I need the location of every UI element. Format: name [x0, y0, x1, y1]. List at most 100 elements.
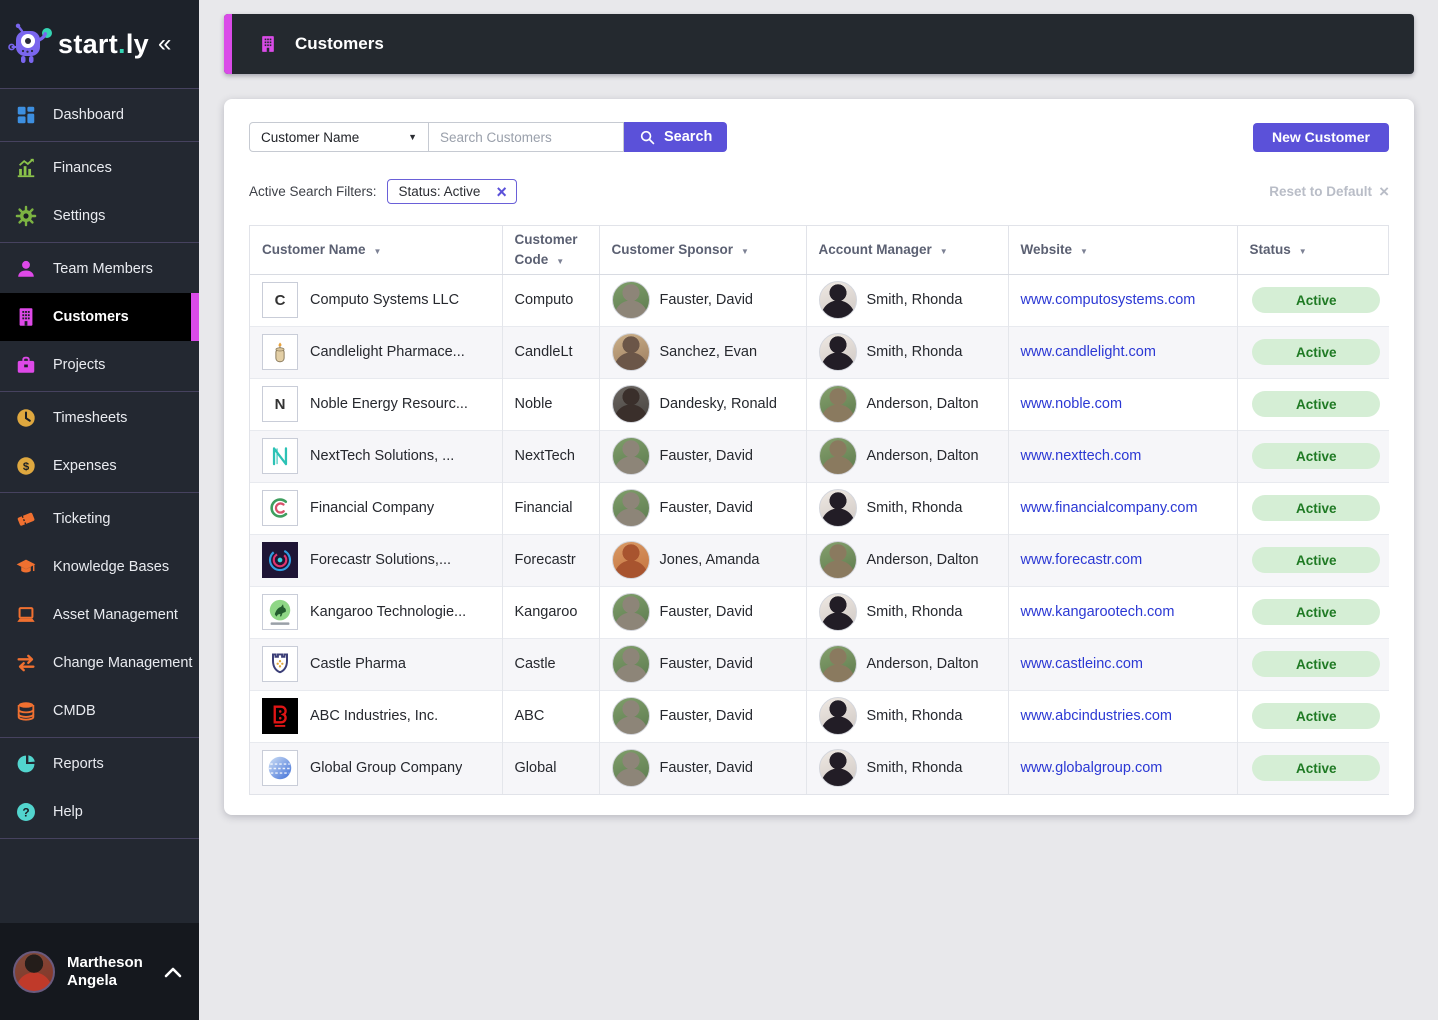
new-customer-button[interactable]: New Customer: [1252, 122, 1389, 152]
nav-group: Ticketing Knowledge Bases Asset Management…: [0, 493, 199, 738]
status-badge: Active: [1252, 755, 1381, 782]
table-row[interactable]: Financial Company Financial Fauster, David…: [250, 481, 1389, 534]
sidebar-item-settings[interactable]: Settings: [0, 192, 199, 240]
sidebar-item-label: Timesheets: [53, 410, 128, 426]
sidebar-item-cmdb[interactable]: CMDB: [0, 687, 199, 735]
company-logo-candlelt: [262, 334, 298, 370]
sort-caret-icon: ▼: [939, 246, 948, 256]
table-row[interactable]: C Computo Systems LLC Computo Fauster, Davi…: [250, 274, 1389, 326]
website-link[interactable]: www.candlelight.com: [1021, 344, 1156, 360]
avatar: [818, 385, 857, 423]
account-manager-cell: Anderson, Dalton: [806, 429, 1009, 482]
sidebar-item-label: Ticketing: [53, 511, 111, 527]
status-badge: Active: [1252, 651, 1381, 677]
search-input[interactable]: [429, 122, 624, 152]
sponsor-name: Fauster, David: [659, 500, 754, 516]
customer-code: CandleLt: [514, 344, 573, 360]
account-manager-cell: Anderson, Dalton: [806, 533, 1009, 586]
asset-management-laptop-icon: [14, 603, 38, 627]
customer-sponsor-cell: Fauster, David: [599, 274, 807, 326]
customer-code-cell: Forecastr: [502, 533, 600, 586]
sidebar-item-label: Help: [53, 804, 83, 820]
table-row[interactable]: ABC Industries, Inc. ABC Fauster, David Smi…: [250, 689, 1389, 742]
column-header-customer-name[interactable]: Customer Name ▼: [250, 226, 503, 275]
user-menu[interactable]: Martheson Angela: [0, 923, 199, 1020]
customer-sponsor-cell: Fauster, David: [599, 585, 807, 638]
table-row[interactable]: NextTech Solutions, ... NextTech Fauster, …: [250, 429, 1389, 482]
customer-sponsor-cell: Fauster, David: [599, 429, 807, 482]
website-link[interactable]: www.noble.com: [1021, 396, 1123, 412]
chevron-down-icon: ▼: [408, 132, 417, 142]
customer-code: Noble: [514, 396, 553, 412]
sidebar-item-team-members[interactable]: Team Members: [0, 245, 199, 293]
column-header-website[interactable]: Website ▼: [1008, 226, 1238, 275]
table-row[interactable]: Castle Pharma Castle Fauster, David Anderso…: [250, 637, 1389, 690]
chevron-up-icon[interactable]: [163, 965, 183, 979]
sidebar-item-label: Customers: [53, 309, 129, 325]
filter-chip-status-active[interactable]: Status: Active ×: [386, 179, 517, 204]
nav-group: Finances Settings: [0, 142, 199, 243]
sidebar-item-expenses[interactable]: $ Expenses: [0, 442, 199, 490]
sidebar-item-timesheets[interactable]: Timesheets: [0, 394, 199, 442]
website-link[interactable]: www.kangarootech.com: [1021, 604, 1175, 620]
column-header-status[interactable]: Status ▼: [1237, 226, 1389, 275]
reset-to-default-button[interactable]: Reset to Default ×: [1269, 183, 1389, 200]
sidebar-item-ticketing[interactable]: Ticketing: [0, 495, 199, 543]
remove-filter-icon[interactable]: ×: [496, 183, 507, 201]
sidebar-item-reports[interactable]: Reports: [0, 740, 199, 788]
customer-code: Global: [514, 760, 557, 777]
avatar: [818, 541, 857, 579]
sort-caret-icon: ▼: [1080, 246, 1088, 256]
table-row[interactable]: N Noble Energy Resourc... Noble Dandesky, R…: [250, 377, 1389, 430]
table-row[interactable]: Candlelight Pharmace... CandleLt Sanchez, …: [250, 325, 1389, 378]
account-manager-name: Smith, Rhonda: [866, 760, 963, 777]
table-row[interactable]: Global Group Company Global Fauster, David…: [250, 741, 1389, 794]
sponsor-name: Fauster, David: [659, 448, 754, 464]
column-header-account-manager[interactable]: Account Manager ▼: [806, 226, 1009, 275]
customer-name: Kangaroo Technologie...: [310, 604, 467, 620]
sidebar-item-change-management[interactable]: Change Management: [0, 639, 199, 687]
website-link[interactable]: www.computosystems.com: [1021, 292, 1196, 308]
account-manager-name: Smith, Rhonda: [866, 708, 963, 724]
sidebar-item-asset-management[interactable]: Asset Management: [0, 591, 199, 639]
customer-name: Castle Pharma: [310, 656, 406, 672]
sidebar-collapse-icon[interactable]: «: [158, 32, 171, 56]
sponsor-name: Fauster, David: [659, 604, 754, 620]
sidebar-item-knowledge-bases[interactable]: Knowledge Bases: [0, 543, 199, 591]
account-manager-cell: Smith, Rhonda: [806, 325, 1009, 378]
page-title: Customers: [295, 34, 384, 53]
table-row[interactable]: Kangaroo Technologie... Kangaroo Fauster, …: [250, 585, 1389, 638]
website-link[interactable]: www.castleinc.com: [1021, 656, 1143, 672]
company-logo-castle: [262, 646, 298, 682]
website-cell: www.financialcompany.com: [1008, 481, 1238, 534]
search-button[interactable]: Search: [624, 122, 728, 152]
sidebar-item-dashboard[interactable]: Dashboard: [0, 91, 199, 139]
column-header-customer-code[interactable]: Customer Code ▼: [502, 226, 600, 275]
sidebar-item-customers[interactable]: Customers: [0, 293, 199, 341]
account-manager-name: Smith, Rhonda: [866, 604, 963, 620]
brand-wordmark: start.ly: [58, 28, 149, 59]
dashboard-grid-icon: [14, 103, 38, 127]
table-row[interactable]: Forecastr Solutions,... Forecastr Jones, A…: [250, 533, 1389, 586]
sidebar-item-finances[interactable]: Finances: [0, 144, 199, 192]
search-field-select[interactable]: Customer Name ▼: [249, 122, 429, 152]
website-link[interactable]: www.financialcompany.com: [1021, 500, 1198, 516]
sidebar-item-label: Dashboard: [53, 107, 124, 123]
website-link[interactable]: www.nexttech.com: [1021, 448, 1142, 464]
customer-code-cell: Castle: [502, 637, 600, 690]
website-link[interactable]: www.forecastr.com: [1021, 552, 1143, 568]
website-link[interactable]: www.globalgroup.com: [1021, 760, 1163, 776]
sidebar-item-help[interactable]: ? Help: [0, 788, 199, 836]
sidebar-item-projects[interactable]: Projects: [0, 341, 199, 389]
column-header-label: Customer Sponsor: [611, 241, 734, 257]
column-header-customer-sponsor[interactable]: Customer Sponsor ▼: [599, 226, 807, 275]
website-link[interactable]: www.abcindustries.com: [1021, 708, 1173, 724]
account-manager-name: Smith, Rhonda: [866, 292, 963, 308]
company-logo-computo: C: [262, 282, 298, 318]
user-avatar: [13, 950, 55, 993]
reports-pie-icon: [14, 752, 38, 776]
status-cell: Active: [1237, 481, 1389, 534]
avatar: [818, 645, 857, 683]
account-manager-cell: Smith, Rhonda: [806, 274, 1009, 326]
status-badge: Active: [1252, 599, 1381, 625]
